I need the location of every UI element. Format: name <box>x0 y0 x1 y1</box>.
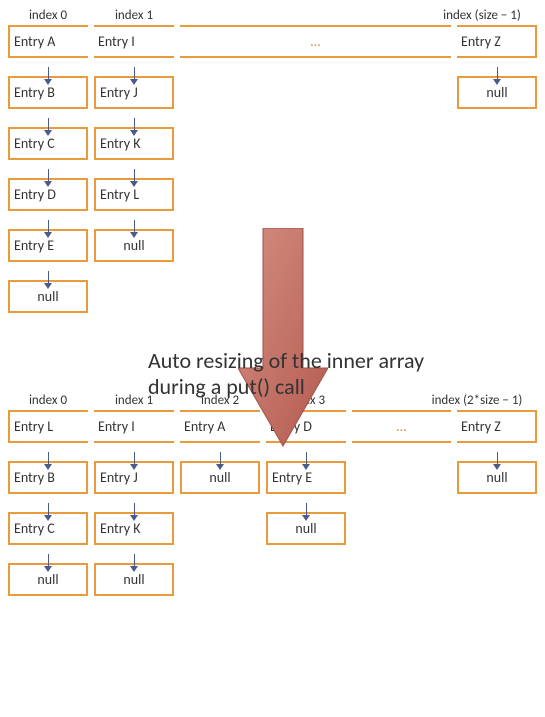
ellipsis-icon: … <box>352 410 451 443</box>
bucket-last: Entry Z <box>457 25 537 58</box>
bucket-0: Entry A <box>8 25 88 58</box>
index-label-last: index (size − 1) <box>427 8 537 25</box>
hashmap-resize-diagram: index 0 index 1 index (size − 1) Entry A… <box>8 8 537 596</box>
index-label-0: index 0 <box>8 393 88 410</box>
index-label-1: index 1 <box>94 8 174 25</box>
index-label-0: index 0 <box>8 8 88 25</box>
ellipsis-icon: … <box>180 25 451 58</box>
resize-caption: Auto resizing of the inner array during … <box>148 348 528 401</box>
bucket-1: Entry I <box>94 25 174 58</box>
bucket-0: Entry L <box>8 410 88 443</box>
caption-line-2: during a put() call <box>148 373 305 400</box>
caption-line-1: Auto resizing of the inner array <box>148 347 424 374</box>
top-array-row: Entry A Entry I … Entry Z <box>8 25 537 58</box>
resize-arrow-icon <box>238 228 328 448</box>
bucket-last: Entry Z <box>457 410 537 443</box>
bucket-1: Entry I <box>94 410 174 443</box>
top-index-labels: index 0 index 1 index (size − 1) <box>8 8 537 25</box>
